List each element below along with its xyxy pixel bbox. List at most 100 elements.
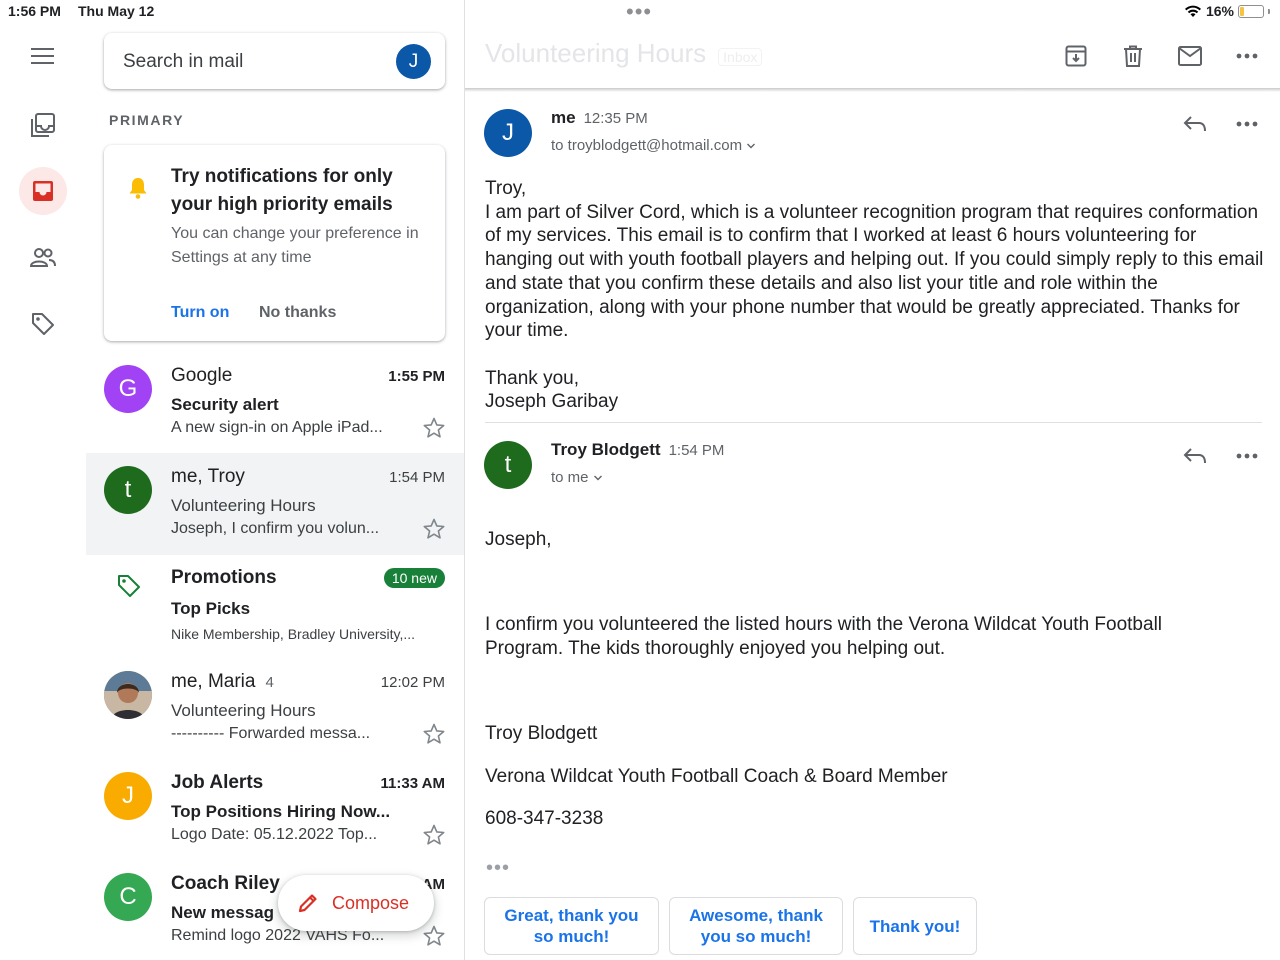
smart-reply-button[interactable]: Great, thank you so much!: [484, 897, 659, 955]
turn-on-button[interactable]: Turn on: [171, 304, 229, 322]
avatar: t: [484, 441, 532, 489]
battery-fill: [1240, 6, 1244, 16]
menu-button[interactable]: [19, 32, 67, 80]
battery-tip: [1268, 8, 1270, 14]
contacts-button[interactable]: [19, 234, 67, 282]
message-recipients-text: to me: [551, 469, 589, 486]
email-snippet: Joseph, I confirm you volun...: [171, 520, 380, 537]
wifi-icon: [1184, 5, 1201, 17]
status-time: 1:56 PM: [8, 3, 61, 19]
menu-icon: [31, 48, 54, 64]
avatar: [104, 671, 152, 719]
message-line: 608-347-3238: [485, 808, 604, 829]
thread-label[interactable]: Inbox: [718, 48, 763, 66]
multitask-dots-icon[interactable]: •••: [626, 1, 652, 23]
message-line: Thank you,: [485, 367, 579, 389]
notification-card: Try notifications for only your high pri…: [104, 145, 445, 341]
message-more-button[interactable]: [1233, 110, 1261, 138]
message-line: Verona Wildcat Youth Football Coach & Bo…: [485, 766, 948, 787]
avatar: C: [104, 873, 152, 921]
email-sender-names: me, Maria: [171, 671, 256, 692]
new-count-badge: 10 new: [383, 568, 445, 588]
star-icon[interactable]: [422, 416, 446, 440]
message-time: 12:35 PM: [583, 110, 648, 127]
thread-subject: Volunteering Hours: [485, 38, 707, 68]
delete-button[interactable]: [1119, 42, 1147, 70]
email-subject: Volunteering Hours: [171, 701, 316, 720]
search-placeholder: Search in mail: [123, 51, 244, 72]
more-options-button[interactable]: [1233, 42, 1261, 70]
pane-divider: [464, 0, 465, 960]
section-label-primary: PRIMARY: [109, 112, 185, 128]
message-more-button[interactable]: [1233, 442, 1261, 470]
message-sender: Troy Blodgett 1:54 PM: [551, 440, 724, 460]
email-time: 1:55 PM: [388, 368, 445, 385]
message-sender-name: me: [551, 108, 576, 127]
inbox-button[interactable]: [19, 167, 67, 215]
email-sender: Google: [171, 365, 233, 386]
message-line: Troy Blodgett: [485, 723, 598, 744]
search-input[interactable]: Search in mail J: [104, 33, 445, 89]
star-icon[interactable]: [422, 924, 446, 948]
compose-button[interactable]: Compose: [278, 875, 434, 931]
all-inboxes-icon: [31, 113, 55, 137]
email-sender: Promotions: [171, 567, 277, 588]
labels-button[interactable]: [19, 300, 67, 348]
notification-body: You can change your preference in Settin…: [171, 225, 419, 266]
battery-percent: 16%: [1205, 3, 1234, 19]
reply-button[interactable]: [1181, 110, 1209, 138]
toolbar-shadow: [465, 88, 1280, 92]
message-line: Joseph Garibay: [485, 391, 619, 413]
notification-title: Try notifications for only your high pri…: [171, 166, 393, 215]
message-recipients[interactable]: to troyblodgett@hotmail.com: [551, 137, 756, 154]
message-time: 1:54 PM: [668, 442, 725, 459]
list-item-promotions[interactable]: Promotions 10 new Top Picks Nike Members…: [86, 554, 464, 656]
list-item[interactable]: t me, Troy 1:54 PM Volunteering Hours Jo…: [86, 453, 464, 555]
more-icon: [1236, 121, 1258, 127]
email-time: 1:54 PM: [389, 469, 445, 486]
message-divider: [485, 422, 1262, 423]
list-item[interactable]: G Google 1:55 PM Security alert A new si…: [86, 352, 464, 454]
message-line: Troy,: [485, 178, 527, 199]
email-snippet: Nike Membership, Bradley University,...: [171, 626, 416, 642]
thread-title: Volunteering Hours Inbox: [485, 38, 763, 69]
no-thanks-button[interactable]: No thanks: [259, 304, 336, 322]
chevron-down-icon: [593, 475, 602, 481]
archive-button[interactable]: [1062, 42, 1090, 70]
account-avatar[interactable]: J: [396, 44, 431, 79]
list-item[interactable]: J Job Alerts 11:33 AM Top Positions Hiri…: [86, 759, 464, 861]
reply-button[interactable]: [1181, 442, 1209, 470]
message-line: Joseph,: [485, 529, 552, 550]
reply-icon: [1183, 116, 1206, 132]
star-icon[interactable]: [422, 823, 446, 847]
status-date: Thu May 12: [78, 3, 155, 19]
chevron-down-icon: [747, 143, 756, 149]
email-snippet: A new sign-in on Apple iPad...: [171, 419, 383, 436]
email-time: 11:33 AM: [380, 775, 445, 792]
mark-unread-button[interactable]: [1176, 42, 1204, 70]
message-recipients[interactable]: to me: [551, 469, 603, 486]
promotions-tag-icon: [118, 575, 140, 597]
compose-label: Compose: [332, 892, 410, 913]
message-sender: me 12:35 PM: [551, 108, 648, 128]
pencil-icon: [298, 894, 317, 913]
star-icon[interactable]: [422, 517, 446, 541]
star-icon[interactable]: [422, 722, 446, 746]
inbox-icon: [33, 181, 53, 201]
smart-reply-button[interactable]: Awesome, thank you so much!: [669, 897, 843, 955]
all-inboxes-button[interactable]: [19, 101, 67, 149]
email-sender: me, Maria 4: [171, 671, 274, 693]
more-icon: [1236, 453, 1258, 459]
email-snippet: Logo Date: 05.12.2022 Top...: [171, 826, 378, 843]
avatar: G: [104, 365, 152, 413]
mail-icon: [1178, 46, 1202, 66]
show-trimmed-content-icon[interactable]: •••: [486, 857, 510, 880]
email-subject: Top Picks: [171, 599, 251, 618]
avatar: J: [104, 772, 152, 820]
status-right: 16%: [1184, 3, 1270, 19]
email-subject: Security alert: [171, 395, 279, 414]
smart-reply-button[interactable]: Thank you!: [853, 897, 977, 955]
message-recipients-text: to troyblodgett@hotmail.com: [551, 137, 743, 154]
bell-icon: [129, 178, 147, 199]
list-item[interactable]: me, Maria 4 12:02 PM Volunteering Hours -…: [86, 658, 464, 760]
